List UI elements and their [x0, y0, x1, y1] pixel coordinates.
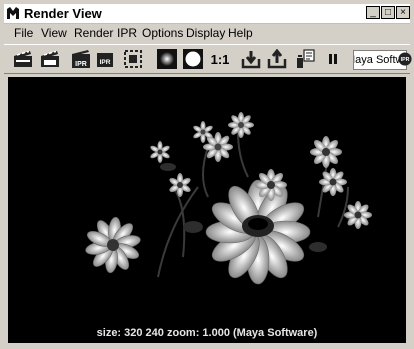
pause-ipr-icon: [329, 54, 337, 64]
svg-text:IPR: IPR: [75, 61, 87, 68]
menu-options[interactable]: Options: [142, 26, 183, 41]
ipr-render-button[interactable]: IPR: [70, 48, 92, 70]
menu-bar: File View Render IPR Options Display Hel…: [4, 25, 410, 42]
ipr-badge[interactable]: IPR: [398, 48, 412, 70]
display-alpha-icon: [183, 49, 203, 69]
title-bar: Render View _ □ ×: [4, 4, 410, 24]
render-clapper-icon: [14, 50, 32, 67]
ipr-render-icon: IPR: [72, 50, 90, 68]
display-rgb-icon: [157, 49, 177, 69]
render-button[interactable]: [12, 48, 34, 70]
menu-view[interactable]: View: [41, 26, 67, 41]
menu-display[interactable]: Display: [186, 26, 225, 41]
toolbar: IPR IPR 1:1 aya Soft IPR: [4, 44, 412, 74]
menu-help[interactable]: Help: [228, 26, 253, 41]
ipr-badge-text: IPR: [401, 57, 410, 63]
redo-render-clapper-icon: [41, 50, 59, 67]
render-status: size: 320 240 zoom: 1.000 (Maya Software…: [96, 327, 318, 339]
keep-image-icon: [241, 51, 261, 69]
close-button[interactable]: ×: [396, 6, 410, 19]
render-view-window: Render View _ □ × File View Render IPR O…: [0, 0, 414, 349]
display-alpha-button[interactable]: [182, 48, 204, 70]
menu-file[interactable]: File: [14, 26, 33, 41]
render-region-icon: [124, 50, 142, 68]
render-region-button[interactable]: [122, 48, 144, 70]
render-viewport[interactable]: size: 320 240 zoom: 1.000 (Maya Software…: [8, 77, 406, 343]
remove-image-icon: [267, 49, 287, 69]
menu-render[interactable]: Render: [74, 26, 113, 41]
redo-render-button[interactable]: [39, 48, 61, 70]
minimize-button[interactable]: _: [366, 6, 380, 19]
rendered-image: [85, 112, 372, 285]
ratio-label: 1:1: [210, 51, 230, 67]
keep-image-button[interactable]: [240, 48, 262, 70]
svg-text:IPR: IPR: [100, 59, 111, 66]
window-title: Render View: [24, 6, 102, 21]
ipr-refresh-button[interactable]: IPR: [94, 48, 116, 70]
render-settings-icon: [297, 49, 315, 68]
ipr-refresh-icon: IPR: [97, 53, 113, 67]
maya-app-icon: [6, 6, 21, 21]
menu-ipr[interactable]: IPR: [117, 26, 137, 41]
ipr-badge-icon: IPR: [398, 52, 412, 66]
maximize-button[interactable]: □: [381, 6, 395, 19]
pause-ipr-button[interactable]: [322, 48, 344, 70]
render-settings-button[interactable]: [294, 48, 316, 70]
real-size-button[interactable]: 1:1: [209, 48, 231, 70]
remove-image-button[interactable]: [266, 48, 288, 70]
display-rgb-button[interactable]: [156, 48, 178, 70]
